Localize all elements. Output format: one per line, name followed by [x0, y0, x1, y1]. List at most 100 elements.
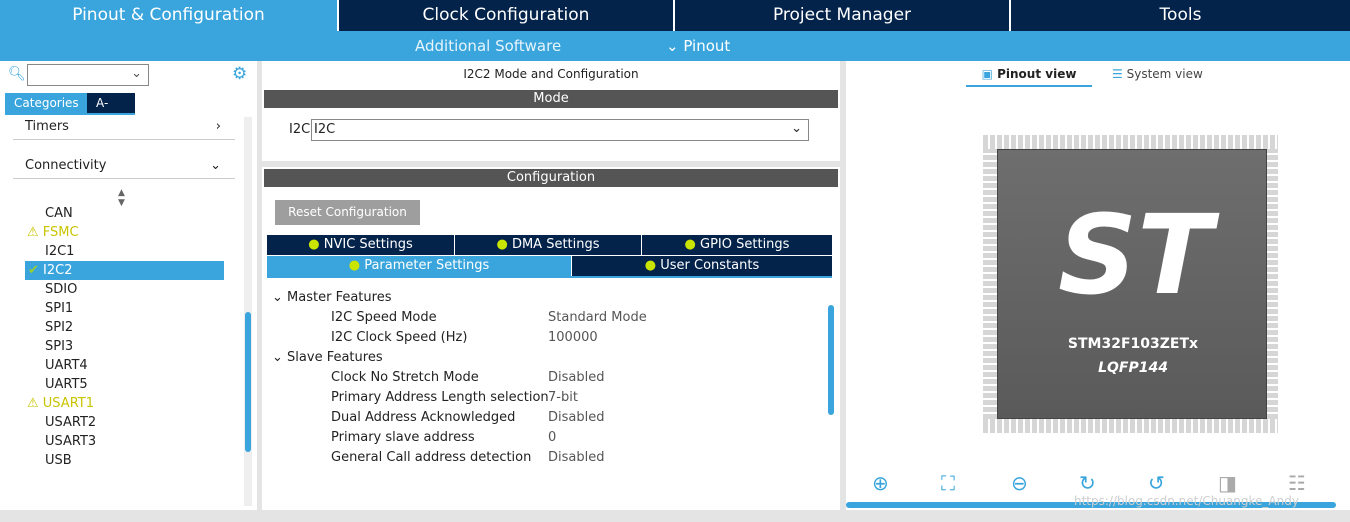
chevron-down-icon: ⌄ — [791, 121, 802, 136]
param-name: General Call address detection — [331, 450, 532, 465]
connectivity-label: Connectivity — [25, 158, 107, 173]
check-circle-icon: ● — [348, 258, 361, 273]
rotate-left-icon[interactable]: ↺ — [1148, 471, 1165, 495]
chevron-down-icon: ⌄ — [272, 290, 283, 305]
tab-parameter-settings[interactable]: ● Parameter Settings — [267, 256, 571, 276]
warning-icon: ⚠ — [27, 396, 43, 411]
i2c-mode-select[interactable]: I2C ⌄ — [311, 119, 809, 141]
divider — [13, 178, 235, 179]
param-name: I2C Clock Speed (Hz) — [331, 330, 468, 345]
system-view-tab[interactable]: ☰ System view — [1112, 67, 1203, 81]
check-circle-icon: ● — [644, 258, 657, 273]
list-item-i2c1[interactable]: I2C1 — [45, 242, 74, 261]
check-circle-icon: ● — [496, 237, 508, 252]
timers-label: Timers — [25, 119, 69, 134]
scrollbar[interactable] — [827, 281, 835, 506]
layout-icon[interactable]: ☷ — [1288, 471, 1306, 495]
list-item-usb[interactable]: USB — [45, 451, 72, 470]
param-value[interactable]: 0 — [548, 430, 556, 445]
list-item-i2c2-selected[interactable]: ✔ I2C2 — [25, 261, 224, 280]
categories-tab[interactable]: Categories — [5, 93, 88, 113]
connectivity-group[interactable]: Connectivity ⌄ — [25, 158, 225, 173]
chevron-down-icon: ⌄ — [210, 158, 221, 173]
tab-user-constants[interactable]: ● User Constants — [572, 256, 832, 276]
rotate-right-icon[interactable]: ↻ — [1079, 471, 1096, 495]
tab-underline — [5, 113, 135, 115]
search-input[interactable]: ⌄ — [27, 64, 149, 86]
i2c2-label: I2C2 — [43, 263, 73, 278]
chip-icon: ▣ — [981, 67, 993, 81]
param-value[interactable]: Disabled — [548, 410, 604, 425]
tab-clock-configuration[interactable]: Clock Configuration — [339, 0, 675, 31]
param-value[interactable]: 100000 — [548, 330, 598, 345]
st-logo: ST — [1058, 191, 1213, 319]
param-value[interactable]: 7-bit — [548, 390, 578, 405]
fit-screen-icon[interactable]: ⛶ — [941, 471, 955, 495]
system-view-label: System view — [1126, 67, 1203, 81]
chip-package: LQFP144 — [1098, 360, 1168, 376]
tab-pinout-configuration[interactable]: Pinout & Configuration — [0, 0, 339, 31]
list-item-spi3[interactable]: SPI3 — [45, 337, 73, 356]
pinout-view-label: Pinout view — [997, 67, 1077, 81]
scrollbar-thumb[interactable] — [245, 312, 251, 452]
param-name: Dual Address Acknowledged — [331, 410, 516, 425]
chevron-down-icon: ⌄ — [272, 350, 283, 365]
list-item-uart4[interactable]: UART4 — [45, 356, 88, 375]
watermark: https://blog.csdn.net/Chuangke_Andy — [1074, 494, 1299, 508]
param-value[interactable]: Disabled — [548, 370, 604, 385]
list-item-spi2[interactable]: SPI2 — [45, 318, 73, 337]
list-item-can[interactable]: CAN — [45, 204, 73, 223]
pinout-panel: ▣ Pinout view ☰ System view ST STM32F103… — [846, 61, 1350, 510]
list-item-usart1[interactable]: ⚠ USART1 — [27, 394, 94, 413]
parameter-label: Parameter Settings — [364, 258, 490, 273]
sort-icon[interactable]: ▲ ▼ — [118, 188, 125, 208]
chip-body[interactable]: ST STM32F103ZETx LQFP144 — [997, 149, 1267, 419]
tab-nvic-settings[interactable]: ● NVIC Settings — [267, 235, 454, 255]
param-value[interactable]: Disabled — [548, 450, 604, 465]
scrollbar-thumb[interactable] — [828, 305, 834, 415]
tab-tools[interactable]: Tools — [1011, 0, 1350, 31]
zoom-in-icon[interactable]: ⊕ — [872, 471, 889, 495]
list-item-usart2[interactable]: USART2 — [45, 413, 96, 432]
bottom-bar — [0, 510, 1350, 522]
tab-gpio-settings[interactable]: ● GPIO Settings — [642, 235, 832, 255]
dma-label: DMA Settings — [511, 237, 600, 252]
gear-icon[interactable]: ⚙ — [232, 64, 247, 84]
slave-features-label: Slave Features — [287, 350, 383, 365]
master-features-label: Master Features — [287, 290, 392, 305]
chevron-down-icon: ⌄ — [131, 66, 142, 81]
zoom-out-icon[interactable]: ⊖ — [1011, 471, 1028, 495]
additional-software-menu[interactable]: Additional Software — [415, 37, 561, 55]
mode-config-panel: I2C2 Mode and Configuration Mode I2C I2C… — [262, 61, 840, 510]
timers-group[interactable]: Timers › — [25, 119, 225, 134]
search-icon: 🔍︎ — [8, 66, 26, 82]
split-icon[interactable]: ◨ — [1218, 471, 1237, 495]
check-circle-icon: ● — [308, 237, 320, 252]
list-icon: ☰ — [1112, 67, 1123, 81]
scrollbar[interactable] — [244, 117, 252, 506]
list-item-sdio[interactable]: SDIO — [45, 280, 77, 299]
param-name: Clock No Stretch Mode — [331, 370, 479, 385]
list-item-spi1[interactable]: SPI1 — [45, 299, 73, 318]
az-tab[interactable]: A->Z — [87, 93, 135, 130]
slave-features-group[interactable]: ⌄ Slave Features — [272, 350, 383, 365]
list-item-fsmc[interactable]: ⚠ FSMC — [27, 223, 79, 242]
reset-configuration-button[interactable]: Reset Configuration — [275, 200, 420, 225]
list-item-usart3[interactable]: USART3 — [45, 432, 96, 451]
i2c-mode-value: I2C — [314, 122, 336, 137]
pinout-menu-label: Pinout — [683, 37, 731, 55]
pinout-view-tab[interactable]: ▣ Pinout view — [966, 67, 1092, 87]
pinout-menu[interactable]: ⌄ Pinout — [666, 37, 730, 55]
chip-name: STM32F103ZETx — [1067, 336, 1199, 352]
configuration-header: Configuration — [264, 169, 838, 187]
tab-dma-settings[interactable]: ● DMA Settings — [455, 235, 641, 255]
param-value[interactable]: Standard Mode — [548, 310, 647, 325]
sub-menu-bar: Additional Software ⌄ Pinout — [0, 31, 1350, 61]
category-panel: 🔍︎ ⌄ ⚙ Categories A->Z Timers › Connectiv… — [0, 61, 257, 510]
user-constants-label: User Constants — [660, 258, 760, 273]
list-item-uart5[interactable]: UART5 — [45, 375, 88, 394]
master-features-group[interactable]: ⌄ Master Features — [272, 290, 391, 305]
param-name: Primary slave address — [331, 430, 475, 445]
gpio-label: GPIO Settings — [700, 237, 790, 252]
tab-project-manager[interactable]: Project Manager — [675, 0, 1011, 31]
